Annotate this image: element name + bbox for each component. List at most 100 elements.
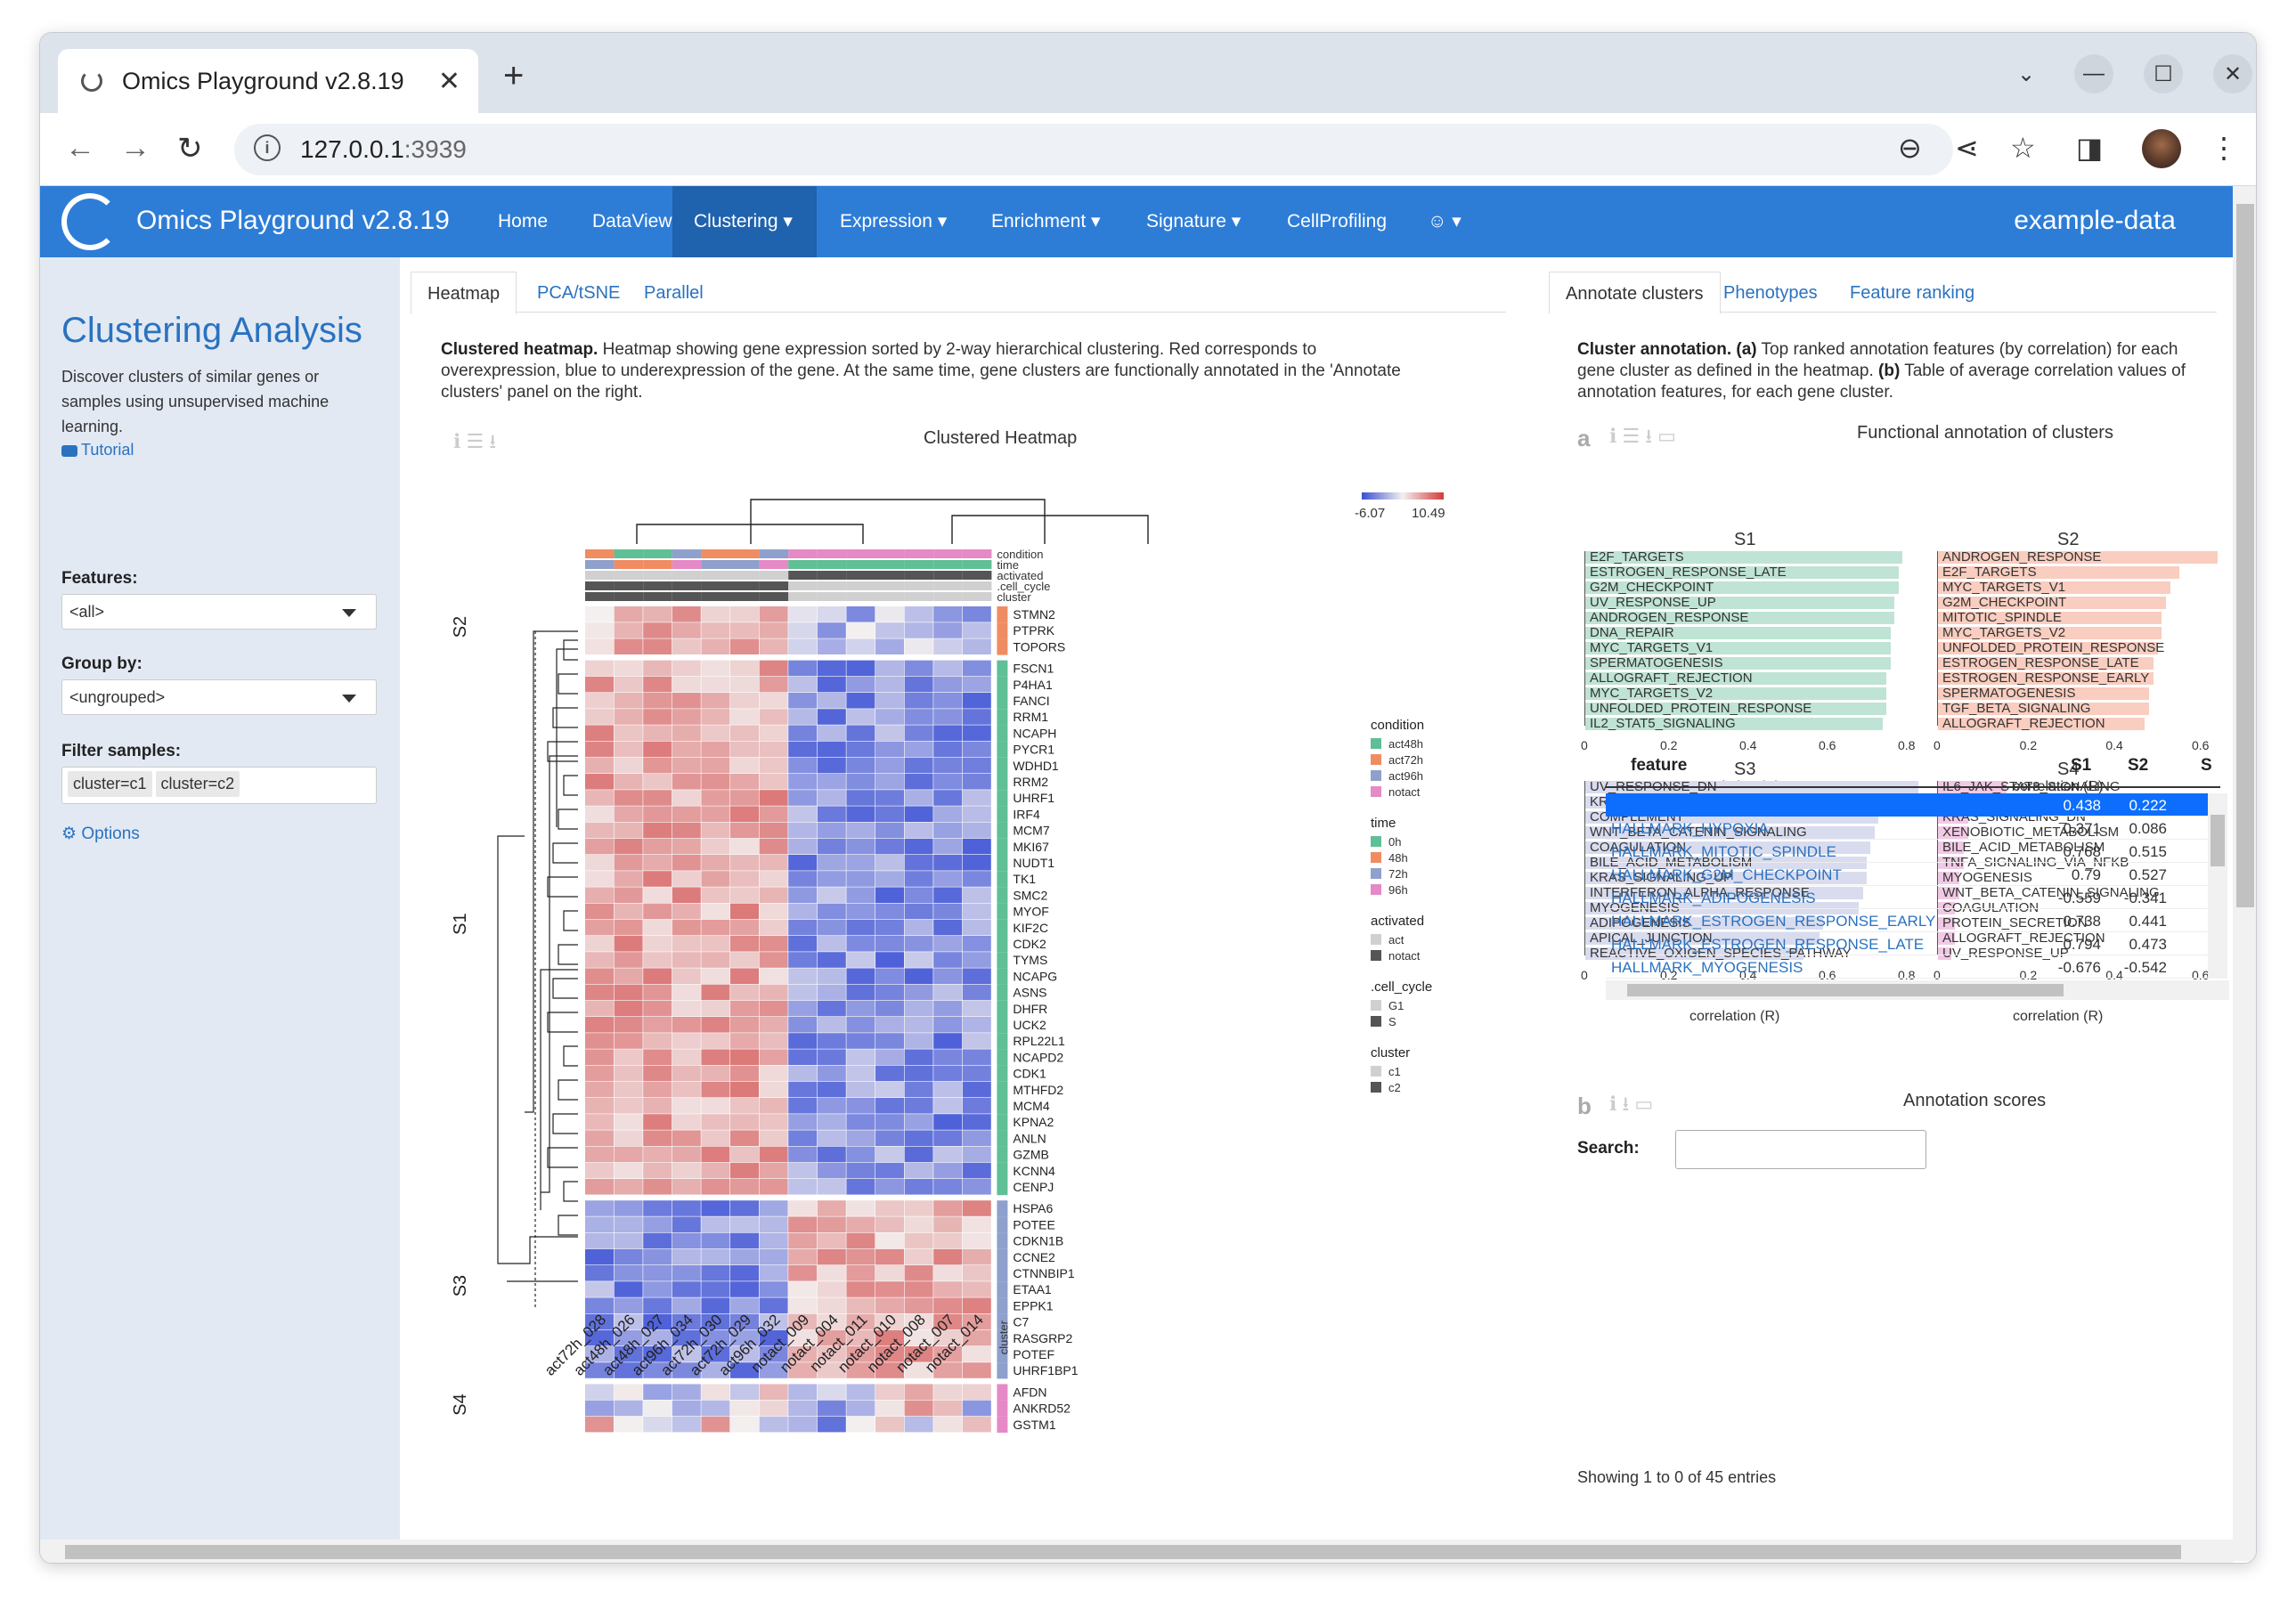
scroll-thumb[interactable] [2236, 204, 2254, 907]
logo-icon[interactable] [61, 193, 118, 250]
table-row[interactable]: HALLMARK_MYOGENESIS -0.676 -0.542 [1606, 955, 2220, 979]
scroll-thumb[interactable] [65, 1545, 2181, 1559]
brand-title[interactable]: Omics Playground v2.8.19 [136, 206, 450, 236]
legend-swatch [1371, 1066, 1381, 1077]
feature-link[interactable]: HALLMARK_E2F_TARGETS [1611, 797, 1808, 815]
filter-chip[interactable]: cluster=c2 [155, 771, 240, 797]
page-hscrollbar[interactable] [40, 1540, 2233, 1563]
features-label: Features: [61, 569, 138, 588]
bookmark-star-icon[interactable]: ☆ [2010, 131, 2036, 165]
heatmap-cell [933, 887, 963, 903]
scroll-thumb[interactable] [2211, 815, 2225, 866]
gene-label: NCAPD2 [1013, 1050, 1063, 1064]
heatmap-cell [614, 709, 643, 725]
heatmap-cell [817, 984, 846, 1001]
back-icon[interactable]: ← [65, 131, 95, 166]
nav-user-menu[interactable]: ☺ ▾ [1406, 186, 1483, 257]
heatmap-cell [817, 638, 846, 654]
nav-clustering[interactable]: Clustering ▾ [672, 186, 817, 257]
heatmap-cell [788, 1400, 818, 1417]
nav-home[interactable]: Home [476, 186, 569, 257]
page-vscrollbar[interactable] [2233, 186, 2256, 1561]
heatmap-cell [701, 709, 730, 725]
tab-annotate-clusters[interactable]: Annotate clusters [1549, 272, 1721, 314]
sidepanel-icon[interactable]: ◨ [2076, 131, 2103, 165]
nav-cellprofiling[interactable]: CellProfiling [1266, 186, 1408, 257]
col-s1[interactable]: S1 [2071, 756, 2091, 776]
tutorial-link[interactable]: Tutorial [61, 441, 134, 459]
nav-expression[interactable]: Expression ▾ [818, 186, 968, 257]
address-bar[interactable]: i 127.0.0.1:3939 [234, 124, 1953, 175]
close-window-icon[interactable]: ✕ [2213, 54, 2252, 93]
close-tab-icon[interactable]: ✕ [438, 66, 460, 97]
col-s[interactable]: S [2201, 756, 2212, 776]
expand-icon[interactable]: ▭ [1634, 1093, 1653, 1115]
reload-icon[interactable]: ↻ [177, 131, 203, 167]
browser-tab[interactable]: Omics Playground v2.8.19 ✕ [58, 49, 478, 113]
list-icon[interactable]: ☰ [1622, 425, 1640, 447]
col-s2[interactable]: S2 [2128, 756, 2148, 776]
filter-samples-input[interactable]: cluster=c1 cluster=c2 [61, 767, 377, 804]
table-hscrollbar[interactable] [1606, 980, 2229, 1000]
forward-icon[interactable]: → [120, 131, 151, 166]
annotation-cell [730, 549, 760, 558]
table-row[interactable]: HALLMARK_ESTROGEN_RESPONSE_EARLY 0.738 0.4… [1606, 909, 2220, 932]
groupby-select[interactable]: <ungrouped> [61, 679, 377, 715]
heatmap-cell [788, 887, 818, 903]
heatmap-cell [643, 1065, 672, 1082]
gene-label: PYCR1 [1013, 743, 1054, 757]
minimize-icon[interactable]: — [2074, 54, 2113, 93]
download-icon[interactable]: ⭳ [1645, 425, 1652, 447]
scroll-thumb[interactable] [1627, 984, 2064, 996]
heatmap-cell [788, 871, 818, 887]
avatar[interactable] [2142, 129, 2181, 168]
options-link[interactable]: ⚙ Options [61, 824, 140, 844]
feature-link[interactable]: HALLMARK_G2M_CHECKPOINT [1611, 866, 1842, 884]
search-input[interactable] [1675, 1130, 1926, 1169]
new-tab-icon[interactable]: + [503, 56, 524, 96]
heatmap-cell [846, 725, 875, 741]
feature-link[interactable]: HALLMARK_MYOGENESIS [1611, 959, 1803, 977]
maximize-icon[interactable]: ☐ [2144, 54, 2183, 93]
heatmap-cell [817, 1081, 846, 1098]
feature-link[interactable]: HALLMARK_ESTROGEN_RESPONSE_EARLY [1611, 913, 1935, 930]
table-row[interactable]: HALLMARK_ESTROGEN_RESPONSE_LATE 0.794 0.47… [1606, 932, 2220, 955]
heatmap-cell [846, 660, 875, 677]
table-row[interactable]: HALLMARK_MITOTIC_SPINDLE 0.768 0.515 [1606, 840, 2220, 863]
nav-signature[interactable]: Signature ▾ [1125, 186, 1262, 257]
filter-chip[interactable]: cluster=c1 [68, 771, 152, 797]
tab-search-icon[interactable]: ⌄ [2007, 54, 2046, 93]
heatmap-cell [759, 1065, 788, 1082]
table-row[interactable]: HALLMARK_HYPOXIA 0.371 0.086 [1606, 817, 2220, 840]
heatmap-cell [585, 855, 614, 871]
feature-link[interactable]: HALLMARK_HYPOXIA [1611, 820, 1769, 838]
menu-kebab-icon[interactable]: ⋮ [2210, 131, 2238, 165]
info-icon[interactable]: ℹ [1609, 1093, 1616, 1115]
info-icon[interactable]: i [254, 134, 281, 161]
legend-item: 0h [1388, 835, 1401, 849]
heatmap-cell [933, 936, 963, 952]
nav-enrichment[interactable]: Enrichment ▾ [970, 186, 1122, 257]
feature-link[interactable]: HALLMARK_ESTROGEN_RESPONSE_LATE [1611, 936, 1924, 954]
heatmap-cell [730, 1114, 759, 1130]
heatmap-cell [788, 725, 818, 741]
tab-phenotypes[interactable]: Phenotypes [1707, 272, 1834, 314]
download-icon[interactable]: ⭳ [1622, 1093, 1629, 1115]
heatmap-cell [817, 1098, 846, 1114]
info-icon[interactable]: ℹ [1609, 425, 1616, 447]
feature-link[interactable]: HALLMARK_MITOTIC_SPINDLE [1611, 843, 1836, 861]
expand-icon[interactable]: ▭ [1657, 425, 1676, 447]
features-select[interactable]: <all> [61, 594, 377, 630]
table-row[interactable]: HALLMARK_E2F_TARGETS 0.438 0.222 [1606, 793, 2220, 817]
table-row[interactable]: HALLMARK_ADIPOGENESIS -0.559 -0.341 [1606, 886, 2220, 909]
heatmap-cell [672, 1297, 701, 1313]
feature-link[interactable]: HALLMARK_ADIPOGENESIS [1611, 890, 1816, 907]
table-scrollbar[interactable] [2208, 793, 2227, 979]
heatmap-cell [875, 936, 904, 952]
zoom-icon[interactable]: ⊖ [1898, 131, 1922, 165]
share-icon[interactable]: ⋖ [1955, 131, 1979, 165]
table-row[interactable]: HALLMARK_G2M_CHECKPOINT 0.79 0.527 [1606, 863, 2220, 886]
tab-feature-ranking[interactable]: Feature ranking [1834, 272, 1991, 314]
gene-label: MCM4 [1013, 1099, 1049, 1113]
col-feature[interactable]: feature [1631, 756, 1687, 776]
